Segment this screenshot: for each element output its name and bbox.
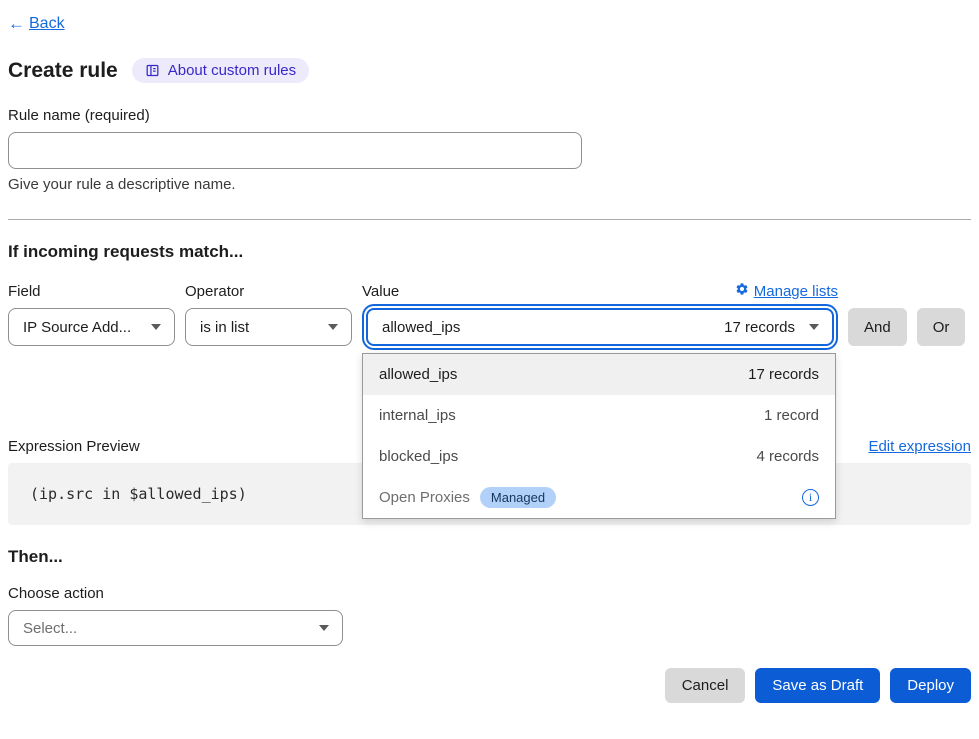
rule-name-label: Rule name (required) — [8, 107, 971, 124]
back-link[interactable]: ← Back — [8, 14, 65, 34]
list-item-name: allowed_ips — [379, 366, 457, 383]
create-rule-page: ← Back Create rule About custom rules Ru… — [0, 0, 979, 703]
list-item-name: internal_ips — [379, 407, 456, 424]
title-row: Create rule About custom rules — [8, 58, 971, 83]
list-item-records: 1 record — [764, 407, 819, 424]
value-select-value: allowed_ips — [382, 319, 460, 336]
managed-badge: Managed — [480, 487, 556, 508]
rule-name-block: Rule name (required) Give your rule a de… — [8, 107, 971, 193]
manage-lists-label: Manage lists — [754, 283, 838, 300]
section-divider — [8, 219, 971, 220]
value-select-right: 17 records — [724, 319, 819, 336]
operator-select[interactable]: is in list — [185, 308, 352, 346]
list-item-internal-ips[interactable]: internal_ips 1 record — [363, 395, 835, 436]
expression-preview-label: Expression Preview — [8, 438, 140, 455]
list-item-open-proxies[interactable]: Open Proxies Managed i — [363, 477, 835, 518]
manage-lists-link[interactable]: Manage lists — [735, 282, 838, 300]
operator-column: Operator is in list — [185, 283, 352, 346]
list-item-records: 4 records — [756, 448, 819, 465]
value-column: Value Manage lists allowed_ips 17 record… — [362, 282, 838, 346]
book-icon — [145, 63, 160, 78]
value-select-meta: 17 records — [724, 319, 795, 336]
list-item-left: Open Proxies Managed — [379, 487, 556, 508]
list-item-name: Open Proxies — [379, 489, 470, 506]
chevron-down-icon — [151, 324, 161, 330]
gear-icon — [735, 282, 749, 300]
field-label: Field — [8, 283, 175, 300]
chevron-down-icon — [319, 625, 329, 631]
list-item-records: 17 records — [748, 366, 819, 383]
rule-name-input[interactable] — [8, 132, 582, 169]
rule-name-helper: Give your rule a descriptive name. — [8, 176, 971, 193]
choose-action-label: Choose action — [8, 585, 971, 602]
deploy-button[interactable]: Deploy — [890, 668, 971, 703]
list-dropdown: allowed_ips 17 records internal_ips 1 re… — [362, 353, 836, 519]
page-title: Create rule — [8, 59, 118, 83]
cancel-button[interactable]: Cancel — [665, 668, 746, 703]
then-section-heading: Then... — [8, 547, 971, 567]
match-section-heading: If incoming requests match... — [8, 242, 971, 262]
action-select-placeholder: Select... — [23, 620, 77, 637]
and-button[interactable]: And — [848, 308, 907, 346]
about-badge-label: About custom rules — [168, 62, 296, 79]
back-arrow-icon: ← — [8, 14, 25, 34]
about-custom-rules-link[interactable]: About custom rules — [132, 58, 309, 83]
field-select[interactable]: IP Source Add... — [8, 308, 175, 346]
value-label-row: Value Manage lists — [362, 282, 838, 300]
action-select[interactable]: Select... — [8, 610, 343, 646]
back-link-label: Back — [29, 15, 65, 33]
field-column: Field IP Source Add... — [8, 283, 175, 346]
operator-select-value: is in list — [200, 319, 249, 336]
list-item-name: blocked_ips — [379, 448, 458, 465]
value-label: Value — [362, 283, 399, 300]
operator-label: Operator — [185, 283, 352, 300]
save-as-draft-button[interactable]: Save as Draft — [755, 668, 880, 703]
info-icon[interactable]: i — [802, 489, 819, 506]
expression-code: (ip.src in $allowed_ips) — [30, 485, 247, 503]
value-select[interactable]: allowed_ips 17 records — [366, 308, 834, 346]
field-select-value: IP Source Add... — [23, 319, 131, 336]
edit-expression-link[interactable]: Edit expression — [868, 438, 971, 455]
or-button[interactable]: Or — [917, 308, 966, 346]
footer-actions: Cancel Save as Draft Deploy — [8, 668, 971, 703]
list-item-blocked-ips[interactable]: blocked_ips 4 records — [363, 436, 835, 477]
list-item-allowed-ips[interactable]: allowed_ips 17 records — [363, 354, 835, 395]
condition-row: Field IP Source Add... Operator is in li… — [8, 282, 971, 346]
chevron-down-icon — [809, 324, 819, 330]
chevron-down-icon — [328, 324, 338, 330]
